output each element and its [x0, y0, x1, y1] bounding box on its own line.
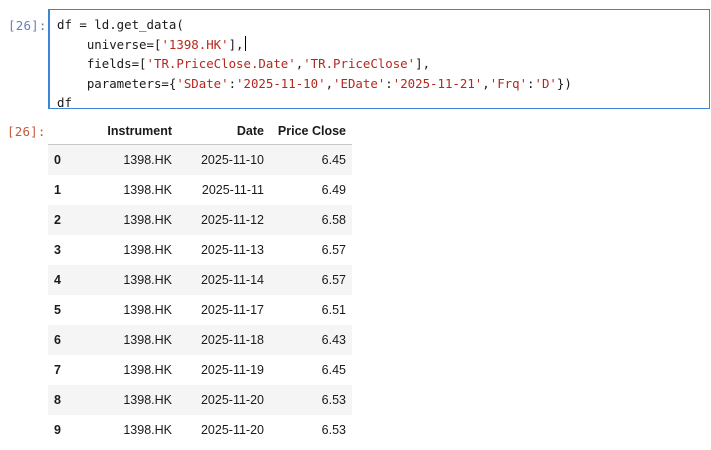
- row-index: 0: [48, 144, 86, 175]
- code-string-token: 'TR.PriceClose': [303, 56, 416, 71]
- table-body: 0 1398.HK 2025-11-10 6.45 1 1398.HK 2025-11-11…: [48, 144, 352, 446]
- table-row: 8 1398.HK 2025-11-20 6.53: [48, 385, 352, 415]
- price-close-cell: 6.53: [270, 385, 352, 415]
- date-cell: 2025-11-20: [200, 423, 264, 437]
- date-header: Date: [178, 118, 270, 145]
- code-token: parameters={: [57, 75, 177, 91]
- date-cell: 2025-11-13: [200, 243, 264, 257]
- code-string-token: 'TR.PriceClose.Date': [146, 56, 296, 71]
- code-token: :: [527, 75, 535, 91]
- price-close-cell: 6.51: [321, 303, 346, 317]
- instrument-cell: 1398.HK: [86, 325, 178, 355]
- instrument-header: Instrument: [86, 118, 178, 145]
- row-index: 7: [54, 363, 61, 377]
- row-index: 9: [54, 423, 61, 437]
- code-token: fields=[: [57, 56, 147, 71]
- code-token: ,: [482, 75, 490, 91]
- code-string-token: 'Frq': [489, 75, 528, 91]
- row-index: 2: [48, 205, 86, 235]
- code-token: ,: [325, 75, 334, 91]
- code-string-token: 'SDate': [176, 75, 229, 91]
- price-close-cell: 6.53: [321, 423, 346, 437]
- code-token: ],: [228, 36, 244, 52]
- date-cell: 2025-11-12: [178, 205, 270, 235]
- code-string-token: '1398.HK': [161, 36, 229, 52]
- price-close-header: Price Close: [270, 118, 352, 145]
- date-cell: 2025-11-19: [200, 363, 264, 377]
- instrument-cell: 1398.HK: [123, 303, 172, 317]
- input-prompt: [26]:: [8, 18, 47, 33]
- instrument-cell: 1398.HK: [123, 183, 172, 197]
- code-string-token: 'D': [534, 75, 557, 91]
- code-token: ],: [415, 56, 431, 71]
- code-string-token: '2025-11-21': [392, 75, 483, 91]
- instrument-cell: 1398.HK: [123, 243, 172, 257]
- table-row: 4 1398.HK 2025-11-14 6.57: [48, 265, 352, 295]
- output-prompt: [26]:: [7, 124, 46, 139]
- date-cell: 2025-11-14: [178, 265, 270, 295]
- price-close-cell: 6.43: [270, 325, 352, 355]
- table-header-row: Instrument Date Price Close: [48, 118, 352, 145]
- date-cell: 2025-11-11: [201, 183, 264, 197]
- code-string-token: 'EDate': [333, 75, 386, 91]
- row-index: 6: [48, 325, 86, 355]
- date-cell: 2025-11-17: [200, 303, 264, 317]
- instrument-cell: 1398.HK: [86, 385, 178, 415]
- instrument-cell: 1398.HK: [86, 205, 178, 235]
- price-close-cell: 6.45: [270, 144, 352, 175]
- code-line: fields=['TR.PriceClose.Date','TR.PriceCl…: [57, 54, 572, 74]
- table-row: 0 1398.HK 2025-11-10 6.45: [48, 144, 352, 175]
- code-token: :: [385, 75, 393, 91]
- price-close-cell: 6.57: [270, 265, 352, 295]
- code-line: df: [57, 93, 572, 113]
- row-index: 8: [48, 385, 86, 415]
- table-row: 2 1398.HK 2025-11-12 6.58: [48, 205, 352, 235]
- table-row: 1 1398.HK 2025-11-11 6.49: [48, 175, 352, 205]
- row-index: 1: [54, 183, 61, 197]
- row-index: 3: [54, 243, 61, 257]
- code-token: }): [556, 75, 572, 91]
- row-index: 4: [48, 265, 86, 295]
- code-editor[interactable]: df = ld.get_data( universe=['1398.HK'], …: [57, 15, 572, 113]
- table-row: 5 1398.HK 2025-11-17 6.51: [48, 295, 352, 325]
- date-cell: 2025-11-20: [178, 385, 270, 415]
- price-close-cell: 6.45: [321, 363, 346, 377]
- price-close-cell: 6.58: [270, 205, 352, 235]
- table-row: 7 1398.HK 2025-11-19 6.45: [48, 355, 352, 385]
- code-token: df: [57, 95, 72, 110]
- code-string-token: '2025-11-10': [236, 75, 326, 91]
- code-line: universe=['1398.HK'],: [57, 35, 572, 55]
- instrument-cell: 1398.HK: [86, 144, 178, 175]
- table-row: 6 1398.HK 2025-11-18 6.43: [48, 325, 352, 355]
- code-line: parameters={'SDate':'2025-11-10','EDate'…: [57, 74, 572, 94]
- dataframe-output-table: Instrument Date Price Close 0 1398.HK 2025…: [48, 118, 352, 445]
- price-close-cell: 6.57: [321, 243, 346, 257]
- date-cell: 2025-11-10: [178, 144, 270, 175]
- code-input-cell[interactable]: df = ld.get_data( universe=['1398.HK'], …: [48, 9, 710, 110]
- index-header: [48, 118, 86, 145]
- code-line: df = ld.get_data(: [57, 15, 572, 35]
- row-index: 5: [54, 303, 61, 317]
- code-token: universe=[: [57, 36, 162, 52]
- instrument-cell: 1398.HK: [123, 423, 172, 437]
- price-close-cell: 6.49: [321, 183, 346, 197]
- table-row: 9 1398.HK 2025-11-20 6.53: [48, 415, 352, 445]
- instrument-cell: 1398.HK: [123, 363, 172, 377]
- code-token: df = ld.get_data(: [57, 17, 184, 32]
- code-token: :: [228, 75, 237, 91]
- date-cell: 2025-11-18: [178, 325, 270, 355]
- text-cursor: [244, 35, 246, 51]
- instrument-cell: 1398.HK: [86, 265, 178, 295]
- table-row: 3 1398.HK 2025-11-13 6.57: [48, 235, 352, 265]
